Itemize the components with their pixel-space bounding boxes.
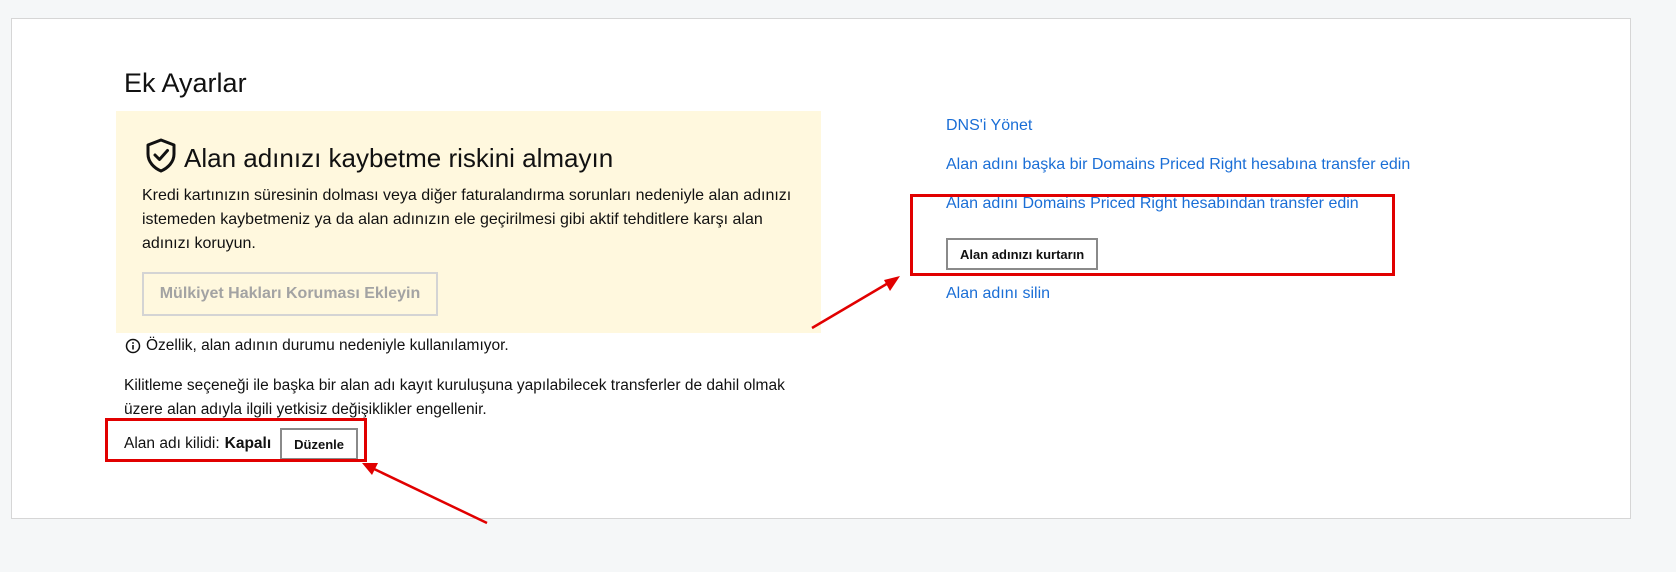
- info-circle-icon: [125, 338, 141, 354]
- shield-check-icon: [144, 137, 178, 173]
- manage-dns-link[interactable]: DNS'i Yönet: [946, 117, 1032, 135]
- notice-text: Özellik, alan adının durumu nedeniyle ku…: [146, 337, 509, 354]
- promo-header: Alan adınızı kaybetme riskini almayın: [144, 137, 613, 173]
- transfer-to-account-link[interactable]: Alan adını başka bir Domains Priced Righ…: [946, 156, 1410, 174]
- recover-domain-button[interactable]: Alan adınızı kurtarın: [946, 238, 1099, 270]
- add-ownership-protection-button[interactable]: Mülkiyet Hakları Koruması Ekleyin: [142, 272, 438, 316]
- delete-domain-link[interactable]: Alan adını silin: [946, 285, 1050, 303]
- unavailable-notice: Özellik, alan adının durumu nedeniyle ku…: [125, 337, 509, 355]
- promo-description: Kredi kartınızın süresinin dolması veya …: [142, 187, 792, 252]
- domain-lock-label: Alan adı kilidi:: [124, 435, 220, 452]
- transfer-out-link[interactable]: Alan adını Domains Priced Right hesabınd…: [946, 195, 1359, 213]
- domain-lock-description: Kilitleme seçeneği ile başka bir alan ad…: [124, 377, 785, 418]
- domain-lock-status: Kapalı: [224, 435, 272, 452]
- ownership-protection-panel: Alan adınızı kaybetme riskini almayın Kr…: [116, 111, 821, 333]
- page-title: Ek Ayarlar: [124, 68, 247, 98]
- edit-lock-button[interactable]: Düzenle: [280, 428, 358, 460]
- promo-title: Alan adınızı kaybetme riskini almayın: [184, 143, 614, 173]
- domain-lock-row: Alan adı kilidi: Kapalı Düzenle: [124, 428, 358, 460]
